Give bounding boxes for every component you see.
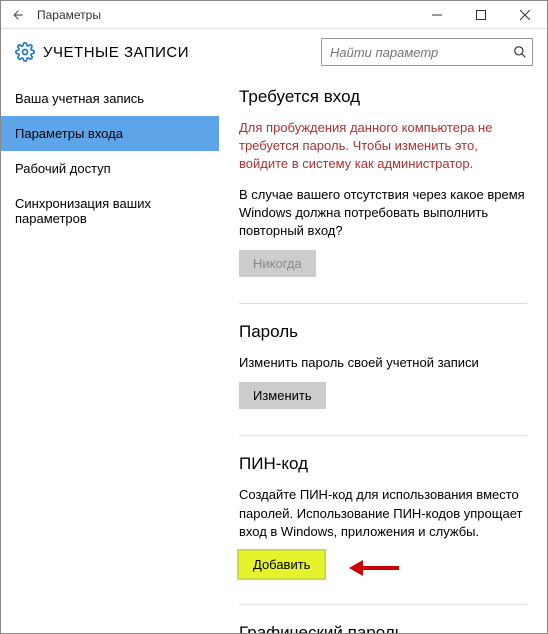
page-header: УЧЕТНЫЕ ЗАПИСИ bbox=[1, 29, 547, 75]
section-heading: ПИН-код bbox=[239, 454, 527, 474]
section-heading: Требуется вход bbox=[239, 87, 527, 107]
divider bbox=[239, 435, 527, 436]
search-icon[interactable] bbox=[508, 45, 532, 59]
signin-warning: Для пробуждения данного компьютера не тр… bbox=[239, 119, 527, 174]
content-pane: Требуется вход Для пробуждения данного к… bbox=[219, 75, 547, 633]
divider bbox=[239, 303, 527, 304]
maximize-button[interactable] bbox=[459, 1, 503, 28]
back-button[interactable] bbox=[7, 4, 29, 26]
sidebar-item-work-access[interactable]: Рабочий доступ bbox=[1, 151, 219, 186]
search-input[interactable] bbox=[322, 39, 508, 65]
sidebar: Ваша учетная запись Параметры входа Рабо… bbox=[1, 75, 219, 633]
require-signin-dropdown: Никогда bbox=[239, 250, 316, 277]
add-pin-button[interactable]: Добавить bbox=[239, 551, 324, 578]
search-box[interactable] bbox=[321, 38, 533, 66]
titlebar: Параметры bbox=[1, 1, 547, 29]
section-pin: ПИН-код Создайте ПИН-код для использован… bbox=[239, 454, 527, 578]
section-require-signin: Требуется вход Для пробуждения данного к… bbox=[239, 87, 527, 277]
close-button[interactable] bbox=[503, 1, 547, 28]
sidebar-item-account[interactable]: Ваша учетная запись bbox=[1, 81, 219, 116]
sidebar-item-sync[interactable]: Синхронизация ваших параметров bbox=[1, 186, 219, 236]
window-controls bbox=[415, 1, 547, 28]
section-heading: Графический пароль bbox=[239, 623, 527, 633]
gear-icon bbox=[15, 42, 35, 62]
page-title: УЧЕТНЫЕ ЗАПИСИ bbox=[43, 44, 189, 61]
sidebar-item-signin-options[interactable]: Параметры входа bbox=[1, 116, 219, 151]
highlight-arrow bbox=[349, 560, 399, 576]
signin-question: В случае вашего отсутствия через какое в… bbox=[239, 186, 527, 241]
section-password: Пароль Изменить пароль своей учетной зап… bbox=[239, 322, 527, 409]
pin-desc: Создайте ПИН-код для использования вмест… bbox=[239, 486, 527, 541]
section-picture-password: Графический пароль Вход в Windows с помо… bbox=[239, 623, 527, 633]
change-password-button[interactable]: Изменить bbox=[239, 382, 326, 409]
minimize-button[interactable] bbox=[415, 1, 459, 28]
window-title: Параметры bbox=[37, 8, 101, 22]
divider bbox=[239, 604, 527, 605]
password-desc: Изменить пароль своей учетной записи bbox=[239, 354, 527, 372]
section-heading: Пароль bbox=[239, 322, 527, 342]
